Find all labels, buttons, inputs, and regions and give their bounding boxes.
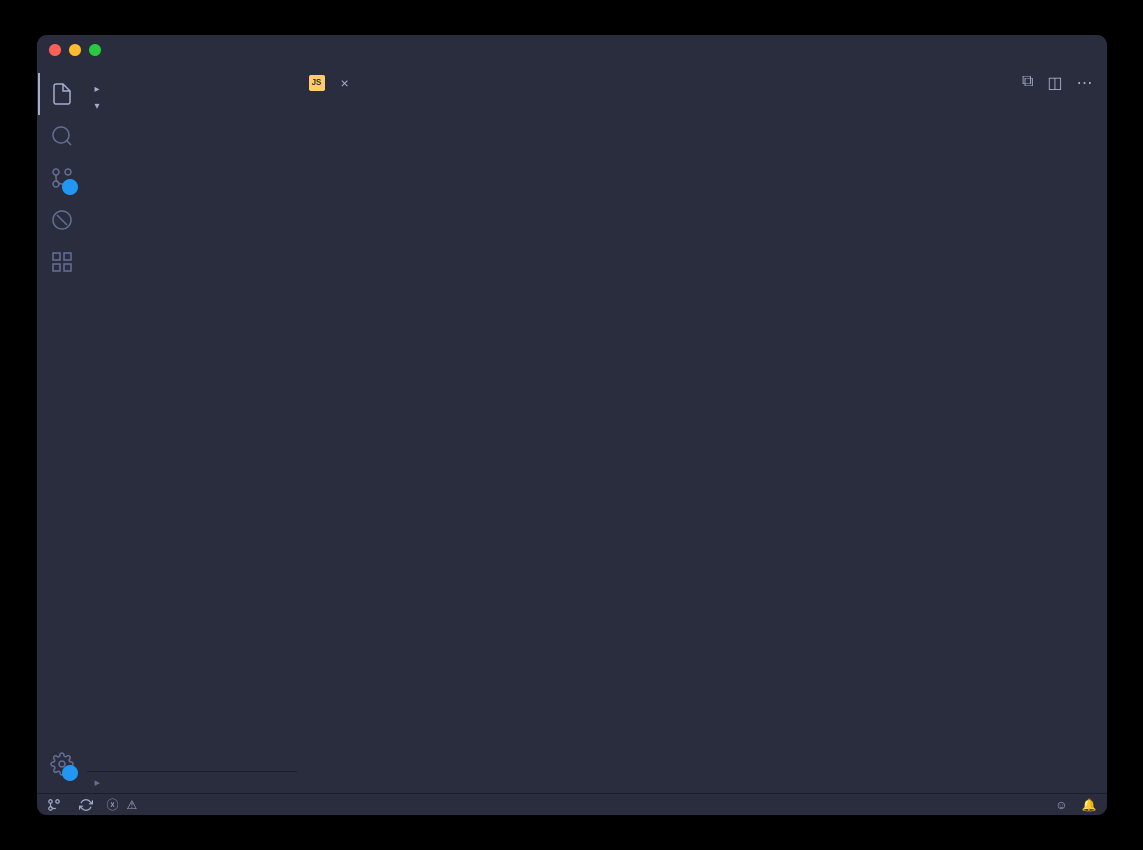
status-bar: ⓧ ⚠ ☺ 🔔 (37, 793, 1107, 815)
activity-debug[interactable] (38, 199, 86, 241)
compare-icon[interactable]: ⧉ (1022, 73, 1033, 93)
scm-badge (62, 179, 78, 195)
status-branch[interactable] (47, 798, 65, 812)
tabs-bar: JS × ⧉ ◫ ⋯ (297, 65, 1107, 100)
tab-cli-js[interactable]: JS × (297, 65, 361, 100)
status-sync[interactable] (79, 798, 93, 812)
editor-area: JS × ⧉ ◫ ⋯ (297, 65, 1107, 793)
tab-close-button[interactable]: × (341, 75, 349, 91)
line-numbers (297, 100, 357, 793)
file-list (87, 115, 297, 771)
window-minimize-button[interactable] (69, 44, 81, 56)
activity-settings[interactable] (38, 743, 86, 785)
activity-extensions[interactable] (38, 241, 86, 283)
chevron-down-icon: ▾ (95, 101, 100, 112)
debug-icon (50, 208, 74, 232)
minimap[interactable] (1013, 104, 1093, 304)
search-icon (50, 124, 74, 148)
branch-icon (47, 798, 61, 812)
window-maximize-button[interactable] (89, 44, 101, 56)
activity-scm[interactable] (38, 157, 86, 199)
status-notifications[interactable]: 🔔 (1082, 798, 1097, 812)
settings-badge (62, 765, 78, 781)
project-section[interactable]: ▾ (87, 98, 297, 115)
sidebar: ▸ ▾ ▸ (87, 65, 297, 793)
chevron-right-icon: ▸ (95, 84, 100, 95)
code-content[interactable] (357, 100, 1107, 793)
vscode-window: ▸ ▾ ▸ JS × ⧉ ◫ (37, 35, 1107, 815)
sync-icon (79, 798, 93, 812)
titlebar (37, 35, 1107, 65)
window-close-button[interactable] (49, 44, 61, 56)
activity-explorer[interactable] (38, 73, 86, 115)
status-problems[interactable]: ⓧ ⚠ (107, 796, 142, 813)
warning-icon: ⚠ (127, 798, 138, 812)
editor[interactable] (297, 100, 1107, 793)
js-icon: JS (309, 75, 325, 91)
open-editors-section[interactable]: ▸ (87, 81, 297, 98)
status-feedback[interactable]: ☺ (1055, 798, 1067, 812)
activity-search[interactable] (38, 115, 86, 157)
more-actions-icon[interactable]: ⋯ (1077, 73, 1093, 93)
extensions-icon (50, 250, 74, 274)
activity-bar (37, 65, 87, 793)
sidebar-title (87, 65, 297, 81)
chevron-right-icon: ▸ (95, 776, 101, 789)
files-icon (50, 82, 74, 106)
error-icon: ⓧ (107, 796, 119, 813)
split-editor-icon[interactable]: ◫ (1047, 73, 1062, 93)
outline-section[interactable]: ▸ (87, 771, 297, 793)
